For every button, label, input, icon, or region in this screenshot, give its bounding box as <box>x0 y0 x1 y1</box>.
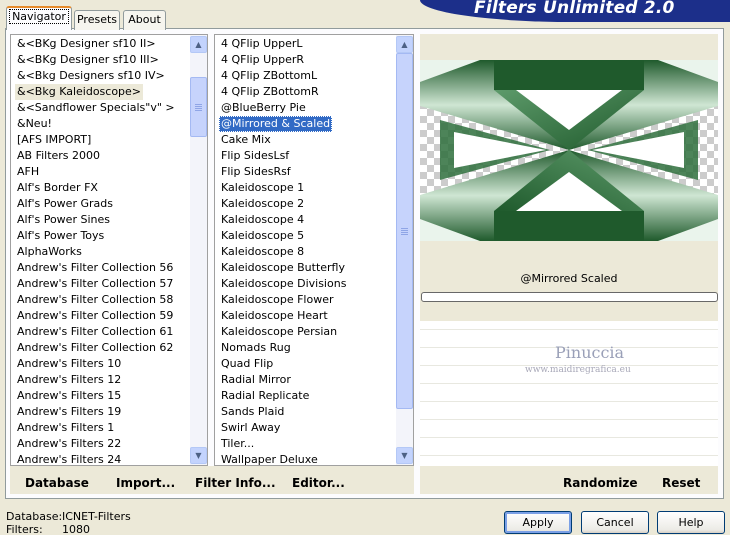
list-item[interactable]: Kaleidoscope 8 <box>219 244 306 260</box>
list-item[interactable]: 4 QFlip ZBottomL <box>219 68 319 84</box>
list-item[interactable]: Alf's Border FX <box>15 180 100 196</box>
help-button[interactable]: Help <box>657 511 725 534</box>
watermark-url: www.maidiregrafica.eu <box>525 365 631 375</box>
list-item[interactable]: [AFS IMPORT] <box>15 132 93 148</box>
list-item[interactable]: Cake Mix <box>219 132 273 148</box>
database-label: Database: <box>6 510 63 523</box>
list-item[interactable]: 4 QFlip UpperR <box>219 52 306 68</box>
apply-button[interactable]: Apply <box>504 511 572 534</box>
tab-navigator-label: Navigator <box>9 9 69 24</box>
list-item[interactable]: Swirl Away <box>219 420 282 436</box>
reset-button[interactable]: Reset <box>662 474 700 492</box>
category-scrollbar[interactable]: ▲ ▼ <box>190 35 207 465</box>
database-button[interactable]: Database <box>25 474 89 492</box>
list-item[interactable]: Andrew's Filters 10 <box>15 356 123 372</box>
list-item[interactable]: @BlueBerry Pie <box>219 100 308 116</box>
list-item[interactable]: &<Sandflower Specials"v" > <box>15 100 177 116</box>
list-item[interactable]: Kaleidoscope Heart <box>219 308 330 324</box>
list-item[interactable]: Kaleidoscope 4 <box>219 212 306 228</box>
list-item[interactable]: Andrew's Filters 19 <box>15 404 123 420</box>
watermark-name: Pinuccia <box>555 343 625 362</box>
scroll-thumb[interactable] <box>396 53 413 409</box>
list-item[interactable]: Kaleidoscope Persian <box>219 324 339 340</box>
list-item[interactable]: Radial Mirror <box>219 372 293 388</box>
list-item[interactable]: Andrew's Filters 12 <box>15 372 123 388</box>
scroll-down-icon[interactable]: ▼ <box>396 447 413 464</box>
list-item[interactable]: Kaleidoscope 2 <box>219 196 306 212</box>
list-item[interactable]: Kaleidoscope Divisions <box>219 276 348 292</box>
list-item[interactable]: Andrew's Filter Collection 58 <box>15 292 175 308</box>
list-item[interactable]: &<BKg Designer sf10 III> <box>15 52 161 68</box>
tab-about[interactable]: About <box>123 10 166 30</box>
list-item[interactable]: Sands Plaid <box>219 404 286 420</box>
list-item[interactable]: Andrew's Filters 1 <box>15 420 116 436</box>
preview-top-margin <box>420 34 718 60</box>
list-item[interactable]: Andrew's Filters 15 <box>15 388 123 404</box>
list-item[interactable]: &Neu! <box>15 116 54 132</box>
scroll-thumb[interactable] <box>190 77 207 137</box>
list-item[interactable]: 4 QFlip UpperL <box>219 36 305 52</box>
scroll-down-icon[interactable]: ▼ <box>190 447 207 464</box>
list-item[interactable]: Nomads Rug <box>219 340 293 356</box>
preview-gap <box>420 241 718 269</box>
list-item[interactable]: Flip SidesLsf <box>219 148 291 164</box>
import-button[interactable]: Import... <box>116 474 175 492</box>
list-item[interactable]: Kaleidoscope 5 <box>219 228 306 244</box>
list-item[interactable]: Radial Replicate <box>219 388 311 404</box>
editor-button[interactable]: Editor... <box>292 474 345 492</box>
scroll-up-icon[interactable]: ▲ <box>190 36 207 53</box>
list-item[interactable]: AFH <box>15 164 41 180</box>
list-item[interactable]: Andrew's Filter Collection 59 <box>15 308 175 324</box>
list-item[interactable]: Alf's Power Toys <box>15 228 106 244</box>
list-item[interactable]: Andrew's Filter Collection 61 <box>15 324 175 340</box>
scroll-up-icon[interactable]: ▲ <box>396 36 413 53</box>
window-title: Filters Unlimited 2.0 <box>474 0 675 18</box>
list-item[interactable]: Wallpaper Deluxe <box>219 452 320 465</box>
list-item[interactable]: AB Filters 2000 <box>15 148 102 164</box>
list-item[interactable]: Tiler... <box>219 436 256 452</box>
list-item[interactable]: Alf's Power Grads <box>15 196 115 212</box>
filters-label: Filters: <box>6 523 43 535</box>
filter-scrollbar[interactable]: ▲ ▼ <box>396 35 413 465</box>
list-item[interactable]: @Mirrored & Scaled <box>219 116 333 132</box>
list-item[interactable]: &<Bkg Kaleidoscope> <box>15 84 144 100</box>
preview-image <box>420 60 718 241</box>
tab-navigator[interactable]: Navigator <box>6 6 72 30</box>
list-item[interactable]: Kaleidoscope 1 <box>219 180 306 196</box>
filter-list[interactable]: ▲ ▼ 4 QFlip UpperL 4 QFlip UpperR 4 QFlip … <box>214 34 414 466</box>
progress-bar <box>421 292 718 302</box>
list-item[interactable]: &<BKg Designer sf10 II> <box>15 36 158 52</box>
list-item[interactable]: Kaleidoscope Flower <box>219 292 336 308</box>
cancel-button[interactable]: Cancel <box>581 511 649 534</box>
filters-count: 1080 <box>62 523 90 535</box>
list-item[interactable]: Quad Flip <box>219 356 275 372</box>
list-item[interactable]: Andrew's Filter Collection 57 <box>15 276 175 292</box>
list-item[interactable]: Andrew's Filter Collection 56 <box>15 260 175 276</box>
list-item[interactable]: Alf's Power Sines <box>15 212 112 228</box>
list-item[interactable]: Flip SidesRsf <box>219 164 293 180</box>
filter-info-button[interactable]: Filter Info... <box>195 474 276 492</box>
list-item[interactable]: 4 QFlip ZBottomR <box>219 84 321 100</box>
database-value: ICNET-Filters <box>62 510 131 523</box>
list-item[interactable]: Andrew's Filters 22 <box>15 436 123 452</box>
list-item[interactable]: Andrew's Filters 24 <box>15 452 123 465</box>
tab-presets[interactable]: Presets <box>74 10 120 30</box>
filter-name-label: @Mirrored Scaled <box>520 272 618 285</box>
list-item[interactable]: Andrew's Filter Collection 62 <box>15 340 175 356</box>
list-item[interactable]: Kaleidoscope Butterfly <box>219 260 347 276</box>
category-list[interactable]: ▲ ▼ &<BKg Designer sf10 II> &<BKg Designe… <box>10 34 208 466</box>
list-item[interactable]: &<Bkg Designers sf10 IV> <box>15 68 167 84</box>
randomize-button[interactable]: Randomize <box>563 474 637 492</box>
list-item[interactable]: AlphaWorks <box>15 244 84 260</box>
